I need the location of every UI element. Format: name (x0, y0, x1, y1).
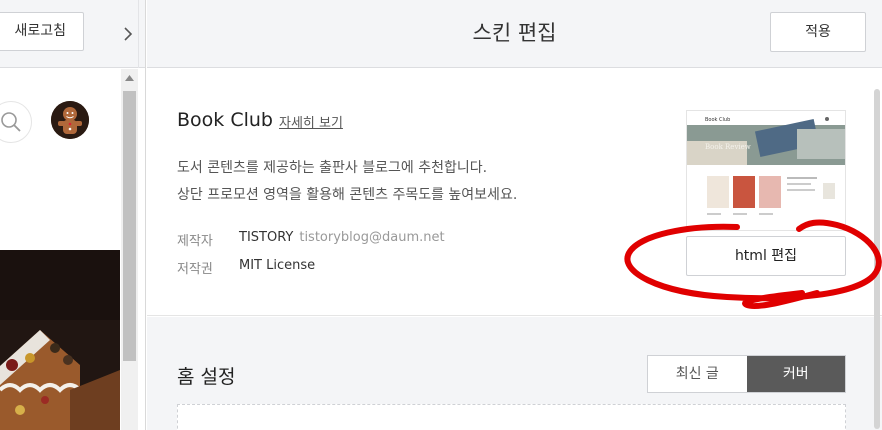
home-type-toggle: 최신 글 커버 (647, 355, 846, 393)
gingerbread-house-image (0, 250, 120, 430)
preview-panel: 새로고침 (0, 0, 146, 430)
toggle-latest-posts[interactable]: 최신 글 (648, 356, 747, 392)
gingerbread-avatar-icon (51, 101, 89, 139)
maker-value: TISTORY tistoryblog@daum.net (239, 230, 445, 245)
license-value: MIT License (239, 258, 316, 273)
blog-preview (0, 69, 120, 430)
edit-panel-scrollbar-thumb[interactable] (874, 89, 880, 429)
maker-email: tistoryblog@daum.net (299, 230, 445, 245)
avatar[interactable] (51, 101, 89, 139)
post-photo (0, 250, 120, 430)
maker-label: 제작자 (177, 234, 213, 249)
search-icon (1, 112, 21, 132)
toolbar-divider (138, 0, 139, 68)
edit-header: 스킨 편집 적용 (147, 0, 882, 68)
license-label: 저작권 (177, 262, 213, 277)
home-settings-section: 홈 설정 최신 글 커버 (147, 317, 882, 430)
toggle-cover[interactable]: 커버 (746, 356, 845, 392)
thumb-title: Book Club (705, 117, 730, 123)
search-button[interactable] (0, 101, 32, 143)
skin-thumbnail-image: Book Club Book Review (687, 111, 845, 230)
collapse-panel-button[interactable] (118, 0, 138, 68)
cover-settings-box (177, 404, 846, 430)
refresh-button[interactable]: 새로고침 (0, 12, 84, 51)
maker-name: TISTORY (239, 230, 294, 245)
html-edit-button[interactable]: html 편집 (686, 236, 846, 276)
skin-description-line1: 도서 콘텐츠를 제공하는 출판사 블로그에 추천합니다. (177, 160, 488, 176)
apply-button[interactable]: 적용 (770, 12, 866, 52)
preview-toolbar: 새로고침 (0, 0, 145, 68)
skin-edit-panel: 스킨 편집 적용 Book Club 자세히 보기 도서 콘텐츠를 제공하는 출… (147, 0, 882, 430)
chevron-right-icon (124, 27, 133, 41)
skin-name: Book Club (177, 109, 273, 131)
home-settings-title: 홈 설정 (177, 366, 236, 388)
skin-thumbnail: Book Club Book Review (686, 110, 846, 231)
scroll-up-arrow-icon[interactable] (121, 69, 138, 86)
edit-panel-scrollbar[interactable] (870, 69, 882, 430)
thumb-banner: Book Review (705, 143, 751, 151)
preview-scrollbar[interactable] (121, 69, 138, 430)
scrollbar-thumb[interactable] (123, 91, 136, 361)
skin-description-line2: 상단 프로모션 영역을 활용해 콘텐츠 주목도를 높여보세요. (177, 187, 518, 203)
skin-info-section: Book Club 자세히 보기 도서 콘텐츠를 제공하는 출판사 블로그에 추… (147, 69, 882, 316)
view-details-link[interactable]: 자세히 보기 (279, 112, 343, 131)
